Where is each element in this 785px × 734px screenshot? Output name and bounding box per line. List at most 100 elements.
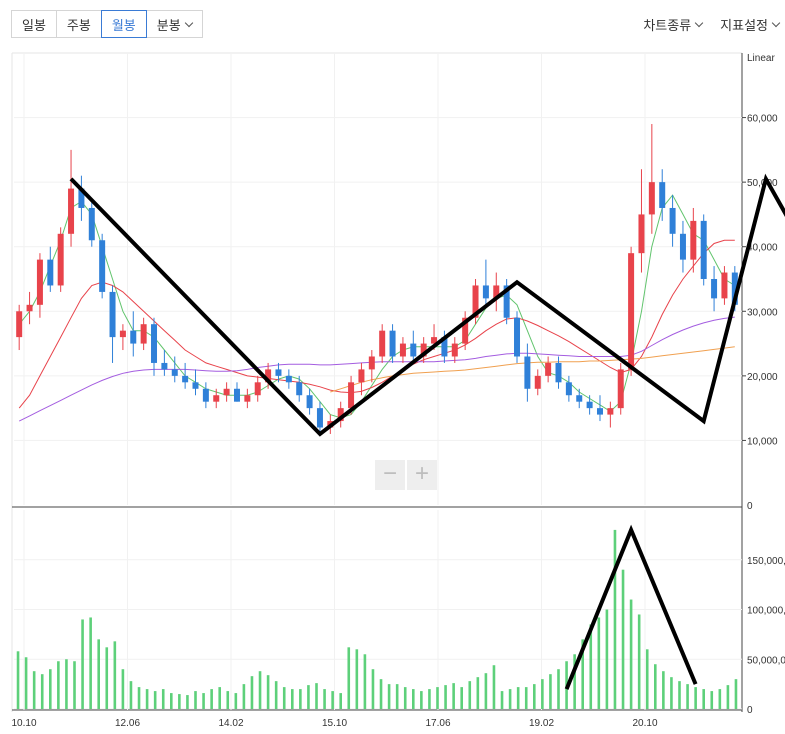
volume-bar (468, 681, 472, 709)
volume-bar (210, 689, 213, 709)
volume-bar (274, 681, 278, 709)
volume-bar (299, 689, 302, 709)
volume-bar (428, 689, 431, 709)
volume-bar (420, 691, 423, 709)
volume-bar (49, 669, 52, 709)
candle-body (576, 395, 583, 402)
candle-body (213, 395, 220, 402)
volume-bar (436, 687, 439, 709)
candle-body (451, 343, 458, 357)
candle-body (700, 220, 707, 279)
price-tick-label: 30,000 (747, 307, 778, 318)
volume-bar (412, 689, 415, 709)
candle-body (99, 240, 106, 292)
candle-body (171, 369, 178, 376)
candle-body (16, 311, 23, 338)
volume-bar (637, 614, 641, 709)
candle-body (586, 401, 593, 409)
volume-bar (508, 689, 512, 709)
volume-bar (331, 691, 334, 709)
volume-bar (403, 687, 407, 709)
time-tick-label: 12.06 (115, 718, 140, 729)
volume-bar (702, 689, 705, 709)
candle-body (275, 369, 282, 376)
volume-tick-label: 150,000,0 (747, 556, 785, 567)
volume-bar (541, 679, 544, 709)
candlesticks (16, 124, 738, 434)
volume-bar (153, 691, 157, 709)
volume-bar (129, 681, 133, 709)
volume-bar (113, 641, 117, 709)
candle-body (410, 343, 417, 357)
volume-axis-ticks: 0 50,000,00 100,000,0 150,000,0 (747, 556, 785, 716)
candle-body (648, 182, 655, 215)
volume-bar (145, 689, 149, 709)
volume-bar (395, 684, 399, 709)
volume-bar (621, 569, 625, 709)
volume-bar (686, 684, 689, 709)
candle-body (223, 388, 230, 396)
candle-body (711, 279, 718, 299)
candle-body (348, 382, 355, 409)
volume-bar (65, 659, 68, 709)
gridlines (14, 53, 742, 710)
candle-body (669, 207, 676, 234)
trend-annotations (69, 173, 785, 690)
time-tick-label: 10.10 (11, 718, 36, 729)
candle-body (140, 324, 147, 344)
volume-bar (258, 671, 262, 709)
candle-body (306, 395, 313, 409)
volume-tick-label: 50,000,00 (747, 655, 785, 666)
volume-bar (710, 691, 714, 709)
volume-bar (89, 617, 92, 709)
zoom-in-button[interactable]: + (407, 460, 437, 490)
price-tick-label: 20,000 (747, 372, 778, 383)
time-tick-label: 15.10 (322, 718, 347, 729)
volume-bar (662, 671, 665, 709)
volume-bar (363, 654, 367, 709)
candle-body (88, 207, 95, 241)
candle-body (285, 375, 292, 383)
price-axis-ticks: 10,00020,00030,00040,00050,00060,0000 (742, 114, 778, 512)
ma-line-ma20 (18, 239, 735, 409)
volume-bar (339, 693, 342, 709)
volume-bar (234, 693, 238, 709)
volume-bar (186, 695, 189, 709)
candle-body (638, 214, 645, 254)
candle-body (534, 375, 541, 389)
volume-bar (250, 676, 254, 709)
time-tick-label: 19.02 (529, 718, 554, 729)
volume-bar (533, 684, 536, 709)
volume-bar (202, 693, 205, 709)
time-axis-ticks: 10.10 12.06 14.02 15.10 17.06 19.02 20.10 (11, 718, 657, 729)
stock-chart[interactable]: Linear 10,00020,00030,00040,00050,00060,… (0, 0, 785, 734)
candle-body (514, 317, 521, 357)
volume-bar (500, 691, 504, 709)
candle-body (545, 362, 552, 376)
time-tick-label: 14.02 (218, 718, 243, 729)
volume-bar (452, 683, 455, 709)
volume-bar (218, 687, 221, 709)
volume-bar (40, 674, 44, 709)
volume-bar (492, 665, 496, 709)
volume-bar (161, 689, 165, 709)
volume-bar (57, 661, 60, 709)
volume-tick-label: 100,000,0 (747, 606, 785, 617)
price-tick-label: 60,000 (747, 114, 778, 125)
candle-body (202, 388, 209, 402)
volume-bar (629, 599, 633, 709)
volume-bar (387, 684, 391, 709)
ma-line-ma60 (18, 316, 735, 422)
volume-bar (460, 687, 463, 709)
volume-bar (605, 609, 609, 709)
time-tick-label: 20.10 (632, 718, 657, 729)
candle-body (617, 369, 624, 409)
volume-bar (589, 624, 593, 709)
volume-bar (444, 685, 447, 709)
zoom-out-button[interactable]: − (375, 460, 405, 490)
volume-bar (266, 675, 270, 709)
candle-body (379, 330, 386, 357)
volume-bar (355, 649, 359, 709)
candle-body (233, 388, 240, 402)
candle-body (296, 382, 303, 396)
